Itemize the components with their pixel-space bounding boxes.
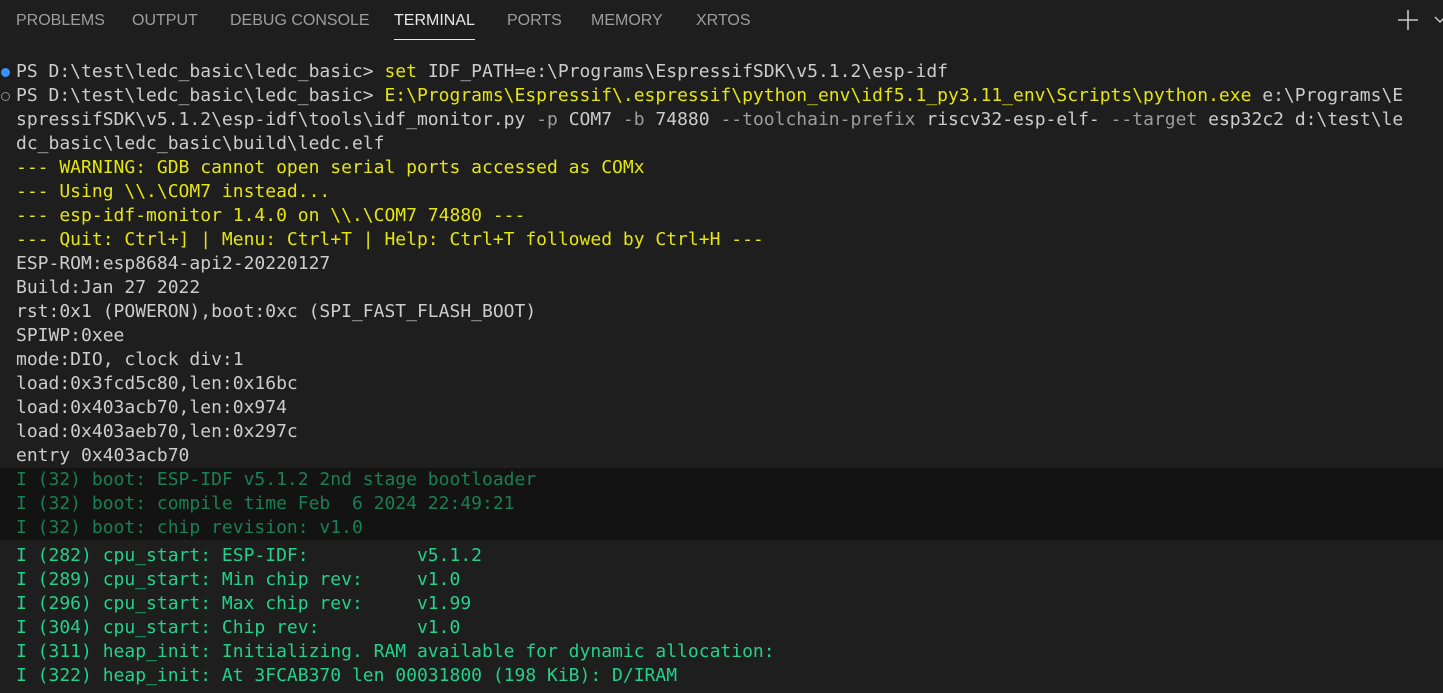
rom-output-line: load:0x3fcd5c80,len:0x16bc [16,373,298,394]
rom-output-line: load:0x403acb70,len:0x974 [16,397,287,418]
arg-text: 74880 [644,109,721,130]
plus-icon [1398,10,1418,30]
command-args: e:\Programs\E [1251,85,1404,106]
terminal-line-monitor-args: spressifSDK\v5.1.2\esp-idf\tools\idf_mon… [16,108,1403,132]
app-log-line: I (282) cpu_start: ESP-IDF: v5.1.2 [16,545,482,566]
arg-flag: --target [1110,109,1198,130]
rom-output-line: SPIWP:0xee [16,325,125,346]
tab-terminal[interactable]: TERMINAL [394,0,475,42]
rom-output-line: rst:0x1 (POWERON),boot:0xc (SPI_FAST_FLA… [16,301,537,322]
tab-problems[interactable]: PROBLEMS [16,0,105,42]
monitor-help-line: --- Quit: Ctrl+] | Menu: Ctrl+T | Help: … [16,229,764,250]
arg-flag: --toolchain-prefix [720,109,916,130]
rom-output-line: Build:Jan 27 2022 [16,277,201,298]
arg-flag: -p [536,109,558,130]
tab-memory[interactable]: MEMORY [591,0,663,42]
tab-debug-console[interactable]: DEBUG CONSOLE [230,0,370,42]
terminal-line-python-monitor: PS D:\test\ledc_basic\ledc_basic> E:\Pro… [16,84,1403,108]
command-success-marker-icon[interactable] [1,68,10,77]
arg-text: COM7 [557,109,623,130]
monitor-warning-line: --- WARNING: GDB cannot open serial port… [16,157,645,178]
terminal-line-elf-path: dc_basic\ledc_basic\build\ledc.elf [16,133,385,154]
chevron-down-icon [1434,16,1443,24]
boot-log-line: I (32) boot: chip revision: v1.0 [16,517,363,538]
terminal-output[interactable]: PS D:\test\ledc_basic\ledc_basic> set ID… [0,60,1443,693]
boot-log-line: I (32) boot: ESP-IDF v5.1.2 2nd stage bo… [16,469,537,490]
app-log-line: I (296) cpu_start: Max chip rev: v1.99 [16,593,472,614]
monitor-info-line: --- Using \\.\COM7 instead... [16,181,331,202]
rom-output-line: entry 0x403acb70 [16,445,190,466]
shell-prompt: PS D:\test\ledc_basic\ledc_basic> [16,61,385,82]
arg-text: riscv32-esp-elf- [915,109,1111,130]
app-log-line: I (311) heap_init: Initializing. RAM ava… [16,641,775,662]
arg-text: spressifSDK\v5.1.2\esp-idf\tools\idf_mon… [16,109,537,130]
arg-text: esp32c2 d:\test\le [1197,109,1404,130]
rom-output-line: load:0x403aeb70,len:0x297c [16,421,298,442]
tab-xrtos[interactable]: XRTOS [696,0,751,42]
shell-prompt: PS D:\test\ledc_basic\ledc_basic> [16,85,385,106]
terminal-line-set-idf-path: PS D:\test\ledc_basic\ledc_basic> set ID… [16,60,948,84]
app-log-line: I (304) cpu_start: Chip rev: v1.0 [16,617,461,638]
command-args: IDF_PATH=e:\Programs\EspressifSDK\v5.1.2… [416,61,948,82]
tab-output[interactable]: OUTPUT [132,0,198,42]
boot-log-line: I (32) boot: compile time Feb 6 2024 22:… [16,493,515,514]
arg-flag: -b [622,109,645,130]
new-terminal-button[interactable] [1396,8,1420,32]
tab-ports[interactable]: PORTS [507,0,562,42]
rom-output-line: mode:DIO, clock div:1 [16,349,244,370]
command-name: set [384,61,417,82]
command-name: E:\Programs\Espressif\.espressif\python_… [384,85,1252,106]
command-running-marker-icon[interactable] [1,92,10,101]
panel-tab-bar: PROBLEMS OUTPUT DEBUG CONSOLE TERMINAL P… [0,0,1443,44]
app-log-line: I (322) heap_init: At 3FCAB370 len 00031… [16,665,678,686]
new-terminal-dropdown-button[interactable] [1433,10,1443,30]
app-log-line: I (289) cpu_start: Min chip rev: v1.0 [16,569,461,590]
monitor-version-line: --- esp-idf-monitor 1.4.0 on \\.\COM7 74… [16,205,526,226]
rom-output-line: ESP-ROM:esp8684-api2-20220127 [16,253,331,274]
